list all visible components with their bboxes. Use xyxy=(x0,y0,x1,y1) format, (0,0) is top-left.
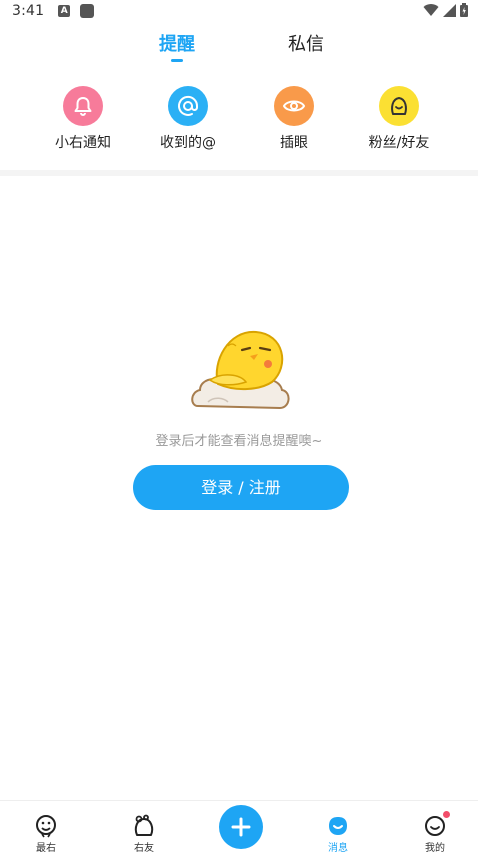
profile-icon xyxy=(423,811,450,838)
category-label: 小右通知 xyxy=(55,135,111,151)
category-label: 收到的@ xyxy=(160,135,216,151)
category-row: 小右通知 收到的@ 插眼 粉丝/好友 xyxy=(0,86,478,156)
nav-label: 消息 xyxy=(328,843,348,854)
youyou-icon xyxy=(132,814,156,838)
plus-icon xyxy=(231,817,251,837)
nav-label: 右友 xyxy=(134,843,154,854)
zuiyou-face-icon xyxy=(34,814,58,838)
category-fans-friends[interactable]: 粉丝/好友 xyxy=(354,86,444,152)
at-icon xyxy=(168,86,208,126)
top-tabs: 提醒 私信 xyxy=(0,30,478,66)
tab-active-indicator xyxy=(171,59,183,62)
category-label: 插眼 xyxy=(280,135,308,151)
nav-item-zuiyou[interactable]: 最右 xyxy=(16,814,76,854)
tab-remind[interactable]: 提醒 xyxy=(157,30,197,56)
section-divider xyxy=(0,170,478,176)
post-button[interactable] xyxy=(219,805,263,849)
nav-label: 我的 xyxy=(425,843,445,854)
nav-item-youyou[interactable]: 右友 xyxy=(114,814,174,854)
login-register-button[interactable]: 登录 / 注册 xyxy=(133,465,349,510)
nav-item-profile[interactable]: 我的 xyxy=(405,811,465,854)
category-label: 粉丝/好友 xyxy=(368,135,430,151)
status-time: 3:41 xyxy=(12,3,45,19)
category-watch[interactable]: 插眼 xyxy=(249,86,339,152)
signal-icon xyxy=(443,3,456,17)
status-bar: 3:41 A xyxy=(0,0,478,22)
sleeping-chick-illustration xyxy=(191,330,290,410)
category-xiaoyou-notice[interactable]: 小右通知 xyxy=(38,86,128,152)
nav-item-message[interactable]: 消息 xyxy=(308,814,368,854)
status-indicators xyxy=(423,3,468,17)
bell-icon xyxy=(63,86,103,126)
eye-icon xyxy=(274,86,314,126)
empty-state-message: 登录后才能查看消息提醒噢~ xyxy=(155,434,323,449)
notification-a-icon: A xyxy=(58,5,71,17)
category-mentions[interactable]: 收到的@ xyxy=(143,86,233,152)
battery-icon xyxy=(460,3,468,17)
tab-private-message[interactable]: 私信 xyxy=(286,30,326,56)
bottom-nav: 最右 右友 消息 我的 xyxy=(0,800,478,856)
notification-app-icon xyxy=(80,4,95,18)
friend-icon xyxy=(379,86,419,126)
notification-dot xyxy=(443,811,450,818)
message-icon xyxy=(326,814,350,838)
wifi-icon xyxy=(423,4,439,17)
nav-label: 最右 xyxy=(36,843,56,854)
